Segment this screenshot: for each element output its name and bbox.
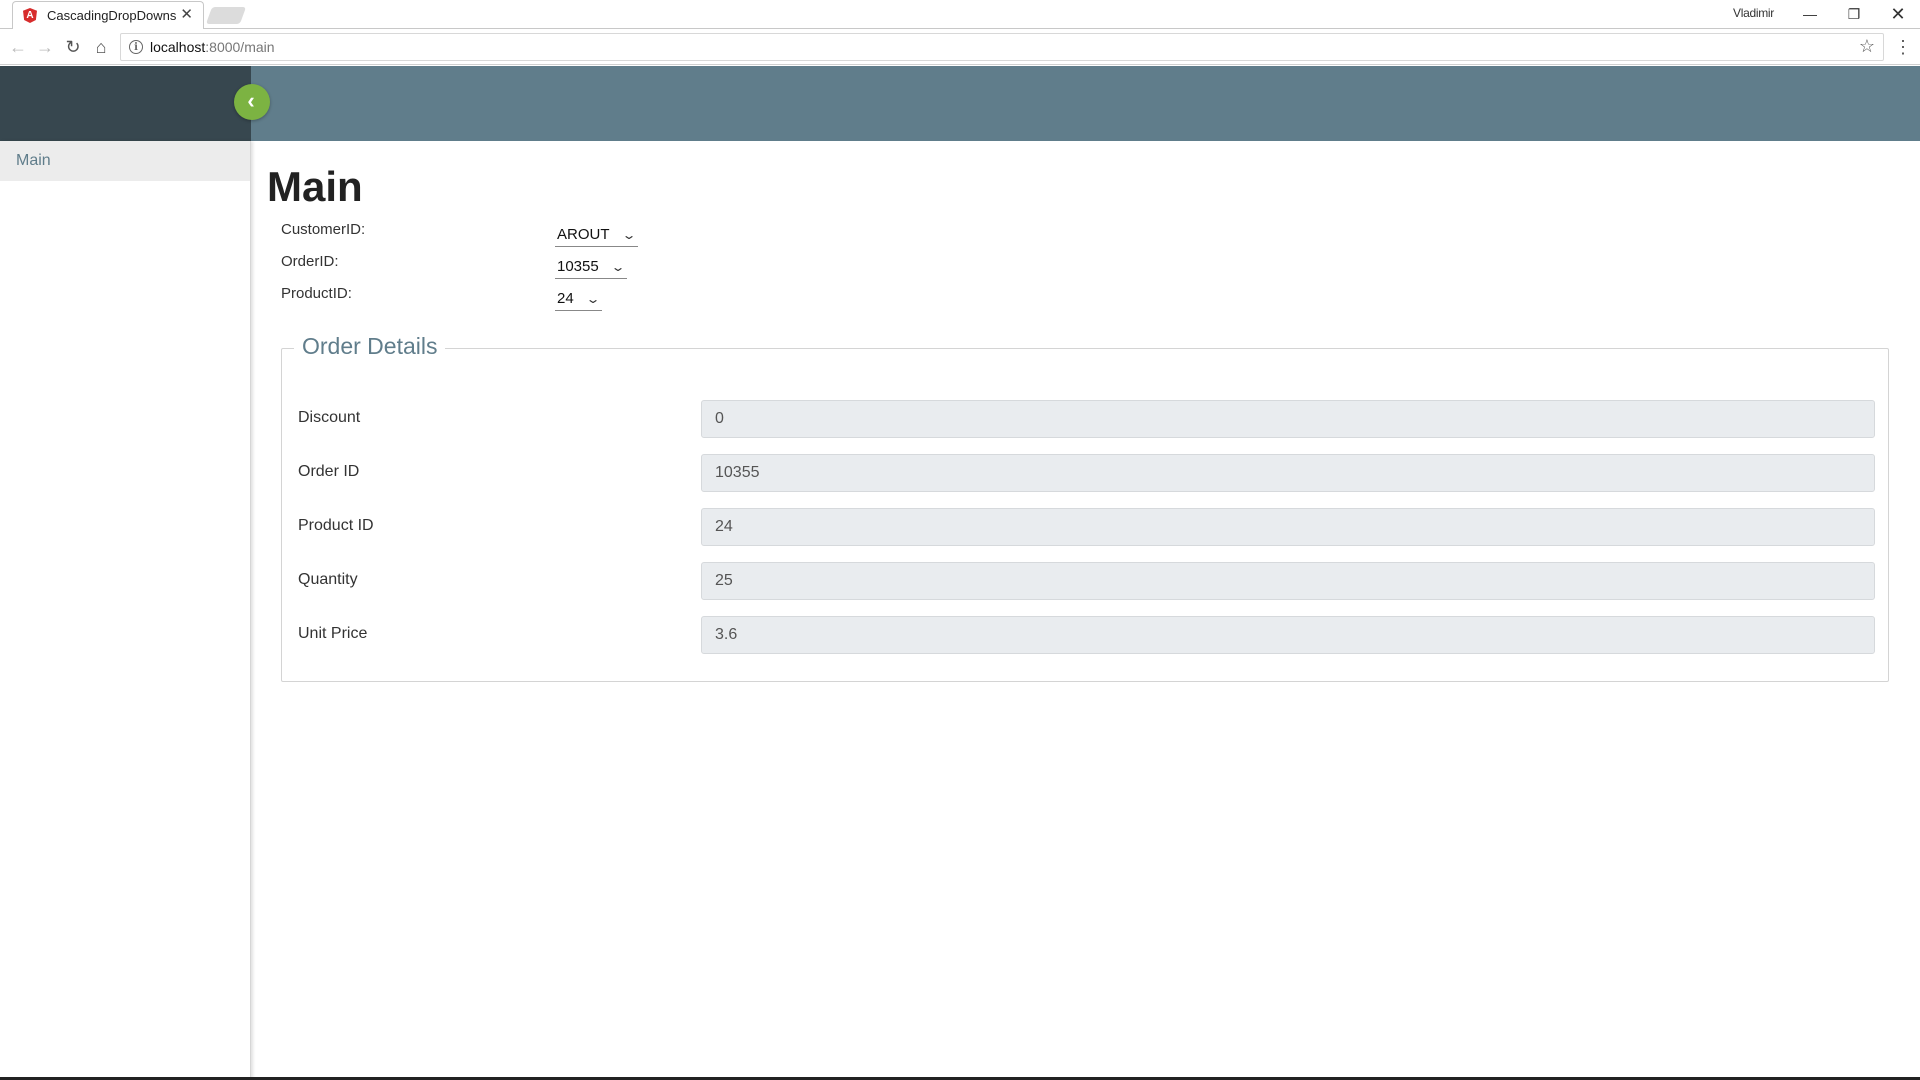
chevron-left-icon: ‹ <box>247 87 255 113</box>
unit-price-field[interactable]: 3.6 <box>701 616 1875 654</box>
quantity-label: Quantity <box>298 571 358 588</box>
detail-row-discount: Discount 0 <box>282 400 1888 438</box>
discount-field[interactable]: 0 <box>701 400 1875 438</box>
new-tab-button[interactable] <box>205 7 247 24</box>
product-id-value: 24 <box>557 290 574 307</box>
detail-row-quantity: Quantity 25 <box>282 562 1888 600</box>
sidebar-item-main[interactable]: Main <box>0 141 250 181</box>
window-close-icon[interactable]: ✕ <box>1876 2 1920 26</box>
site-info-icon[interactable]: i <box>129 40 143 54</box>
home-icon[interactable]: ⌂ <box>89 35 113 59</box>
browser-menu-icon[interactable]: ⋮ <box>1894 35 1912 59</box>
detail-row-product-id: Product ID 24 <box>282 508 1888 546</box>
customer-id-dropdown[interactable]: AROUT ⌄ <box>555 223 638 247</box>
sidebar-item-label: Main <box>16 152 51 169</box>
back-arrow-icon[interactable]: ← <box>6 35 30 59</box>
sidebar-header <box>0 66 251 141</box>
main-content: Main CustomerID: AROUT ⌄ OrderID: 10355 … <box>252 141 1920 1080</box>
product-id-label: ProductID: <box>281 285 352 302</box>
window-restore-icon[interactable]: ❐ <box>1832 2 1876 26</box>
app-header <box>0 66 1920 141</box>
url-path: :8000/main <box>205 39 275 55</box>
product-id-row: ProductID: 24 ⌄ <box>281 285 681 311</box>
order-details-legend: Order Details <box>294 333 446 360</box>
unit-price-label: Unit Price <box>298 625 368 642</box>
url-host: localhost <box>150 39 206 55</box>
chevron-down-icon: ⌄ <box>610 259 626 274</box>
order-id-detail-label: Order ID <box>298 463 360 480</box>
quantity-field[interactable]: 25 <box>701 562 1875 600</box>
order-id-row: OrderID: 10355 ⌄ <box>281 253 681 279</box>
chevron-down-icon: ⌄ <box>585 291 601 306</box>
tab-close-icon[interactable]: ✕ <box>180 6 193 24</box>
order-id-label: OrderID: <box>281 253 339 270</box>
bookmark-star-icon[interactable]: ☆ <box>1859 36 1875 57</box>
window-minimize-icon[interactable]: — <box>1788 2 1832 26</box>
customer-id-row: CustomerID: AROUT ⌄ <box>281 221 681 247</box>
product-id-dropdown[interactable]: 24 ⌄ <box>555 287 602 311</box>
browser-profile-name[interactable]: Vladimir <box>1733 6 1774 20</box>
order-id-dropdown[interactable]: 10355 ⌄ <box>555 255 627 279</box>
order-id-value: 10355 <box>557 258 599 275</box>
browser-tabstrip: A CascadingDropDowns ✕ Vladimir — ❐ ✕ <box>0 0 1920 29</box>
chevron-down-icon: ⌄ <box>620 227 637 242</box>
page-title: Main <box>267 163 363 210</box>
sidebar: Main <box>0 141 251 1080</box>
reload-icon[interactable]: ↻ <box>61 35 85 59</box>
order-details-fieldset: Order Details Discount 0 Order ID 10355 … <box>281 333 1889 682</box>
angular-favicon-icon: A <box>23 8 37 23</box>
tab-title: CascadingDropDowns <box>47 8 177 23</box>
sidebar-toggle-button[interactable]: ‹ <box>234 84 270 120</box>
discount-label: Discount <box>298 409 361 426</box>
forward-arrow-icon[interactable]: → <box>33 35 57 59</box>
product-id-detail-label: Product ID <box>298 517 374 534</box>
detail-row-order-id: Order ID 10355 <box>282 454 1888 492</box>
detail-row-unit-price: Unit Price 3.6 <box>282 616 1888 654</box>
product-id-field[interactable]: 24 <box>701 508 1875 546</box>
browser-tab-active[interactable]: A CascadingDropDowns ✕ <box>12 1 204 29</box>
address-bar[interactable]: i localhost :8000/main ☆ <box>120 33 1884 61</box>
order-id-field[interactable]: 10355 <box>701 454 1875 492</box>
browser-toolbar: ← → ↻ ⌂ i localhost :8000/main ☆ ⋮ <box>0 29 1920 65</box>
customer-id-label: CustomerID: <box>281 221 366 238</box>
customer-id-value: AROUT <box>557 226 610 243</box>
